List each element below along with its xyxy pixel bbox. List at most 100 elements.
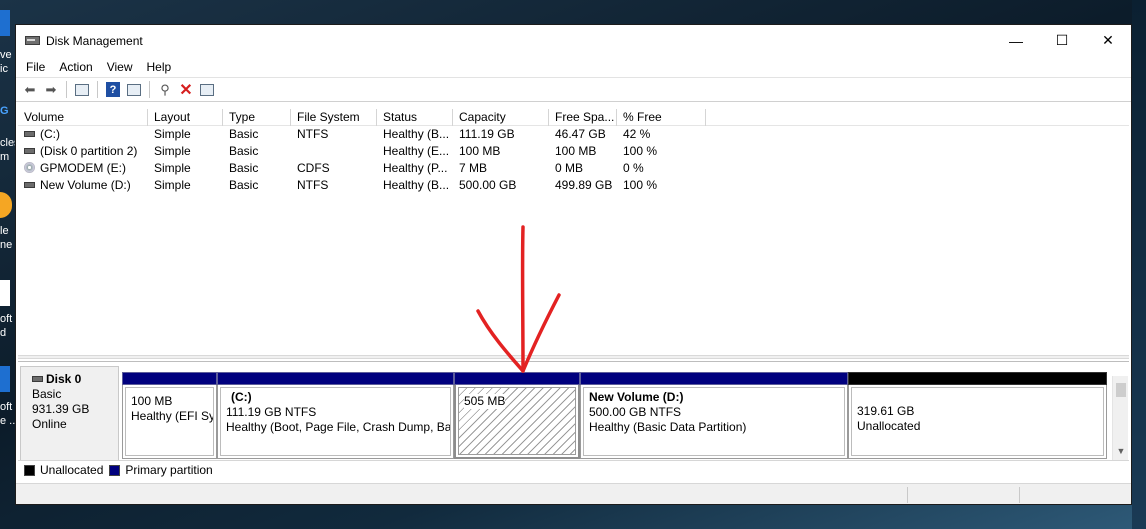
capacity-cell: 7 MB	[459, 161, 488, 175]
column-header-layout[interactable]: Layout	[148, 109, 223, 126]
menu-bar: File Action View Help	[16, 56, 1131, 77]
disk-graphical-view: Disk 0 Basic 931.39 GB Online 100 MB Hea…	[18, 361, 1129, 461]
partition-size: 111.19 GB NTFS	[226, 405, 317, 419]
properties-icon[interactable]	[125, 81, 143, 99]
status-cell: Healthy (P...	[383, 161, 448, 175]
partition-unallocated[interactable]: 319.61 GB Unallocated	[848, 372, 1107, 461]
menu-view[interactable]: View	[100, 60, 140, 74]
file-system-cell: NTFS	[297, 178, 329, 192]
volume-icon	[24, 130, 35, 137]
desktop-app-icon[interactable]	[0, 10, 10, 36]
scroll-down-arrow-icon[interactable]: ▼	[1113, 446, 1129, 460]
toolbar-separator	[97, 81, 98, 98]
toolbar-separator	[66, 81, 67, 98]
partition-size: 505 MB	[464, 394, 506, 409]
volume-icon	[24, 181, 35, 188]
column-header-type[interactable]: Type	[223, 109, 291, 126]
type-cell: Basic	[229, 144, 259, 158]
partition-type-bar	[454, 372, 580, 385]
partition-505mb[interactable]: 505 MB	[454, 372, 580, 461]
cd-icon	[24, 162, 35, 174]
column-header-capacity[interactable]: Capacity	[453, 109, 549, 126]
table-row[interactable]: New Volume (D:) Simple Basic NTFS Health…	[18, 177, 1129, 194]
title-bar[interactable]: Disk Management — ☐ ✕	[16, 25, 1131, 56]
legend-primary: Primary partition	[109, 463, 213, 477]
type-cell: Basic	[229, 127, 259, 141]
column-header-file-system[interactable]: File System	[291, 109, 377, 126]
maximize-button[interactable]: ☐	[1039, 25, 1085, 56]
forward-arrow-icon[interactable]: ➡	[42, 81, 60, 99]
back-arrow-icon[interactable]: ⬅	[21, 81, 39, 99]
desktop-app-icon[interactable]	[0, 192, 12, 218]
layout-cell: Simple	[154, 144, 191, 158]
percent-free-cell: 42 %	[623, 127, 651, 141]
window-title: Disk Management	[46, 33, 143, 48]
delete-icon[interactable]: ✕	[177, 81, 195, 99]
disk-view-scrollbar[interactable]: ▼	[1112, 376, 1128, 460]
desktop-icon-label: le	[0, 225, 9, 237]
desktop-icon-glyph: G	[0, 105, 9, 117]
column-header-percent-free[interactable]: % Free	[617, 109, 706, 126]
legend-unallocated: Unallocated	[24, 463, 103, 477]
percent-free-cell: 0 %	[623, 161, 644, 175]
column-header-status[interactable]: Status	[377, 109, 453, 126]
legend-label: Unallocated	[40, 463, 104, 477]
column-header-free-space[interactable]: Free Spa...	[549, 109, 617, 126]
partition-type-bar	[217, 372, 454, 385]
desktop-icon-label: d	[0, 327, 7, 339]
capacity-cell: 111.19 GB	[459, 127, 515, 141]
partition-c[interactable]: (C:) 111.19 GB NTFS Healthy (Boot, Page …	[217, 372, 454, 461]
partition-size: 319.61 GB	[857, 404, 915, 418]
layout-cell: Simple	[154, 127, 191, 141]
partition-status: Healthy (Basic Data Partition)	[589, 420, 747, 434]
volume-name: New Volume (D:)	[40, 178, 131, 192]
menu-help[interactable]: Help	[140, 60, 179, 74]
table-row[interactable]: GPMODEM (E:) Simple Basic CDFS Healthy (…	[18, 160, 1129, 177]
type-cell: Basic	[229, 161, 259, 175]
menu-file[interactable]: File	[19, 60, 52, 74]
legend-swatch-blue	[109, 464, 121, 476]
partition-title: (C:)	[231, 390, 252, 404]
legend-label: Primary partition	[125, 463, 213, 477]
desktop-icon-label: m	[0, 151, 10, 163]
connect-disk-icon[interactable]: ⚲	[156, 81, 174, 99]
status-bar-pane	[907, 487, 908, 503]
desktop-app-icon[interactable]	[0, 366, 10, 392]
desktop-icon-label: ne	[0, 239, 13, 251]
volume-icon	[24, 147, 35, 154]
partition-status: Healthy (EFI Sy	[131, 409, 214, 423]
volume-name-cell: New Volume (D:)	[18, 177, 148, 194]
partition-title: New Volume (D:)	[589, 390, 684, 404]
minimize-button[interactable]: —	[993, 25, 1039, 56]
partition-type-bar	[580, 372, 848, 385]
menu-action[interactable]: Action	[52, 60, 99, 74]
file-system-cell: NTFS	[297, 127, 329, 141]
partition-efi[interactable]: 100 MB Healthy (EFI Sy	[122, 372, 217, 461]
layout-cell: Simple	[154, 178, 191, 192]
status-bar	[16, 483, 1131, 504]
capacity-cell: 100 MB	[459, 144, 501, 158]
status-bar-pane	[1019, 487, 1020, 503]
show-hide-console-tree-icon[interactable]	[73, 81, 91, 99]
column-header-volume[interactable]: Volume	[18, 109, 148, 126]
volume-list: Volume Layout Type File System Status Ca…	[18, 109, 1129, 355]
table-row[interactable]: (C:) Simple Basic NTFS Healthy (B... 111…	[18, 126, 1129, 143]
checklist-icon[interactable]	[198, 81, 216, 99]
close-button[interactable]: ✕	[1085, 25, 1131, 56]
desktop-icon-label: e ..	[0, 415, 16, 427]
free-space-cell: 46.47 GB	[555, 127, 606, 141]
table-row[interactable]: (Disk 0 partition 2) Simple Basic Health…	[18, 143, 1129, 160]
desktop-document-icon[interactable]	[0, 280, 10, 306]
status-cell: Healthy (E...	[383, 144, 450, 158]
help-icon[interactable]: ?	[104, 81, 122, 99]
pane-splitter[interactable]	[18, 355, 1129, 359]
disk-type: Basic	[32, 387, 62, 401]
partition-d[interactable]: New Volume (D:) 500.00 GB NTFS Healthy (…	[580, 372, 848, 461]
desktop-icon-label: ve	[0, 49, 12, 61]
volume-name-cell: (Disk 0 partition 2)	[18, 143, 148, 160]
partition-size: 100 MB	[131, 394, 173, 408]
disk-0-label[interactable]: Disk 0 Basic 931.39 GB Online	[20, 366, 119, 461]
partition-type-bar	[848, 372, 1107, 385]
capacity-cell: 500.00 GB	[459, 178, 517, 192]
scrollbar-thumb[interactable]	[1116, 383, 1126, 397]
